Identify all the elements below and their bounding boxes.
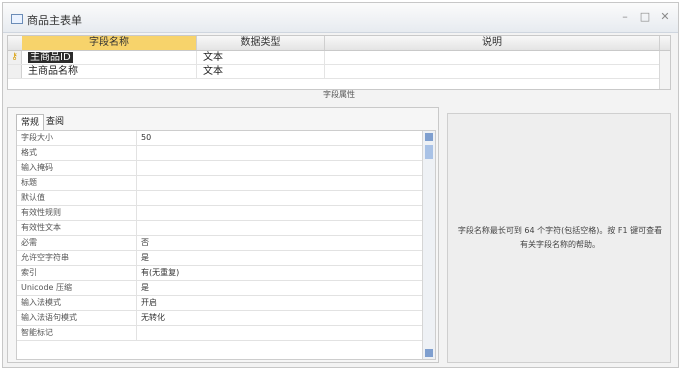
property-row[interactable]: 标题: [17, 176, 424, 191]
property-value[interactable]: 无转化: [141, 311, 165, 325]
property-value[interactable]: 是: [141, 251, 149, 265]
title-bar: 商品主表单 – □ ✕: [3, 3, 678, 33]
property-label: 输入法语句模式: [21, 311, 137, 325]
table-row[interactable]: 主商品名称 文本: [8, 65, 670, 79]
property-value[interactable]: 50: [141, 131, 151, 145]
property-row[interactable]: 输入掩码: [17, 161, 424, 176]
window-title: 商品主表单: [27, 14, 82, 27]
maximize-button[interactable]: □: [639, 11, 651, 23]
property-row[interactable]: 有效性规则: [17, 206, 424, 221]
field-properties-panel: 常规 查阅 字段大小 50 格式 输入掩码 标题 默认值 有效性规则 有效性文本 必需否允许空字…: [7, 107, 439, 363]
property-label: 格式: [21, 146, 137, 160]
grid-scrollbar[interactable]: [659, 51, 670, 89]
property-row[interactable]: 默认值: [17, 191, 424, 206]
property-row[interactable]: 必需否: [17, 236, 424, 251]
property-label: 有效性文本: [21, 221, 137, 235]
description-cell[interactable]: [325, 51, 660, 64]
property-scrollbar[interactable]: [422, 131, 435, 359]
field-grid-header: 字段名称 数据类型 说明: [8, 36, 670, 51]
property-label: 索引: [21, 266, 137, 280]
field-name-cell[interactable]: 主商品名称: [22, 65, 197, 78]
property-label: 允许空字符串: [21, 251, 137, 265]
scroll-thumb[interactable]: [425, 145, 433, 159]
property-row[interactable]: 索引 有(无重复): [17, 266, 424, 281]
table-row[interactable]: ⚷ 主商品ID 文本: [8, 51, 670, 65]
property-value[interactable]: 是: [141, 281, 149, 295]
row-selector[interactable]: [8, 65, 22, 78]
property-value[interactable]: 有(无重复): [141, 266, 179, 280]
property-label: 输入法模式: [21, 296, 137, 310]
property-row[interactable]: 有效性文本: [17, 221, 424, 236]
data-type-cell[interactable]: 文本: [197, 51, 325, 64]
data-type-cell[interactable]: 文本: [197, 65, 325, 78]
property-row[interactable]: Unicode 压缩是: [17, 281, 424, 296]
property-value[interactable]: 开启: [141, 296, 157, 310]
field-grid: 字段名称 数据类型 说明 ⚷ 主商品ID 文本 主商品名称 文本: [7, 35, 671, 90]
property-label: 标题: [21, 176, 137, 190]
table-icon: [11, 14, 23, 24]
help-text: 字段名称最长可到 64 个字符(包括空格)。按 F1 键可查看有关字段名称的帮助…: [457, 226, 663, 249]
property-label: 默认值: [21, 191, 137, 205]
property-value[interactable]: 否: [141, 236, 149, 250]
field-name-text: 主商品ID: [28, 52, 73, 63]
property-label: Unicode 压缩: [21, 281, 137, 295]
property-row[interactable]: 字段大小 50: [17, 131, 424, 146]
property-label: 必需: [21, 236, 137, 250]
property-label: 智能标记: [21, 326, 137, 340]
close-button[interactable]: ✕: [659, 11, 671, 23]
column-header-field-name[interactable]: 字段名称: [22, 36, 197, 50]
description-cell[interactable]: [325, 65, 660, 78]
property-row[interactable]: 输入法模式 开启: [17, 296, 424, 311]
column-header-data-type[interactable]: 数据类型: [197, 36, 325, 50]
field-name-cell[interactable]: 主商品ID: [22, 51, 197, 64]
scroll-down-icon[interactable]: [425, 349, 433, 357]
column-header-description[interactable]: 说明: [325, 36, 660, 50]
property-row[interactable]: 智能标记: [17, 326, 424, 341]
primary-key-icon[interactable]: ⚷: [8, 51, 22, 64]
help-panel: 字段名称最长可到 64 个字符(包括空格)。按 F1 键可查看有关字段名称的帮助…: [447, 113, 671, 363]
tab-general[interactable]: 常规: [16, 114, 45, 131]
tab-lookup[interactable]: 查阅: [42, 114, 68, 130]
field-properties-label: 字段属性: [323, 90, 355, 99]
minimize-button[interactable]: –: [619, 11, 631, 23]
property-sheet: 字段大小 50 格式 输入掩码 标题 默认值 有效性规则 有效性文本 必需否允许空字符串是索引有…: [16, 130, 436, 360]
property-row[interactable]: 输入法语句模式 无转化: [17, 311, 424, 326]
property-label: 输入掩码: [21, 161, 137, 175]
table-design-window: 商品主表单 – □ ✕ 字段名称 数据类型 说明 ⚷ 主商品ID 文本 主商品名…: [2, 2, 679, 368]
property-label: 有效性规则: [21, 206, 137, 220]
scroll-up-icon[interactable]: [425, 133, 433, 141]
property-row[interactable]: 格式: [17, 146, 424, 161]
property-label: 字段大小: [21, 131, 137, 145]
property-row[interactable]: 允许空字符串是: [17, 251, 424, 266]
